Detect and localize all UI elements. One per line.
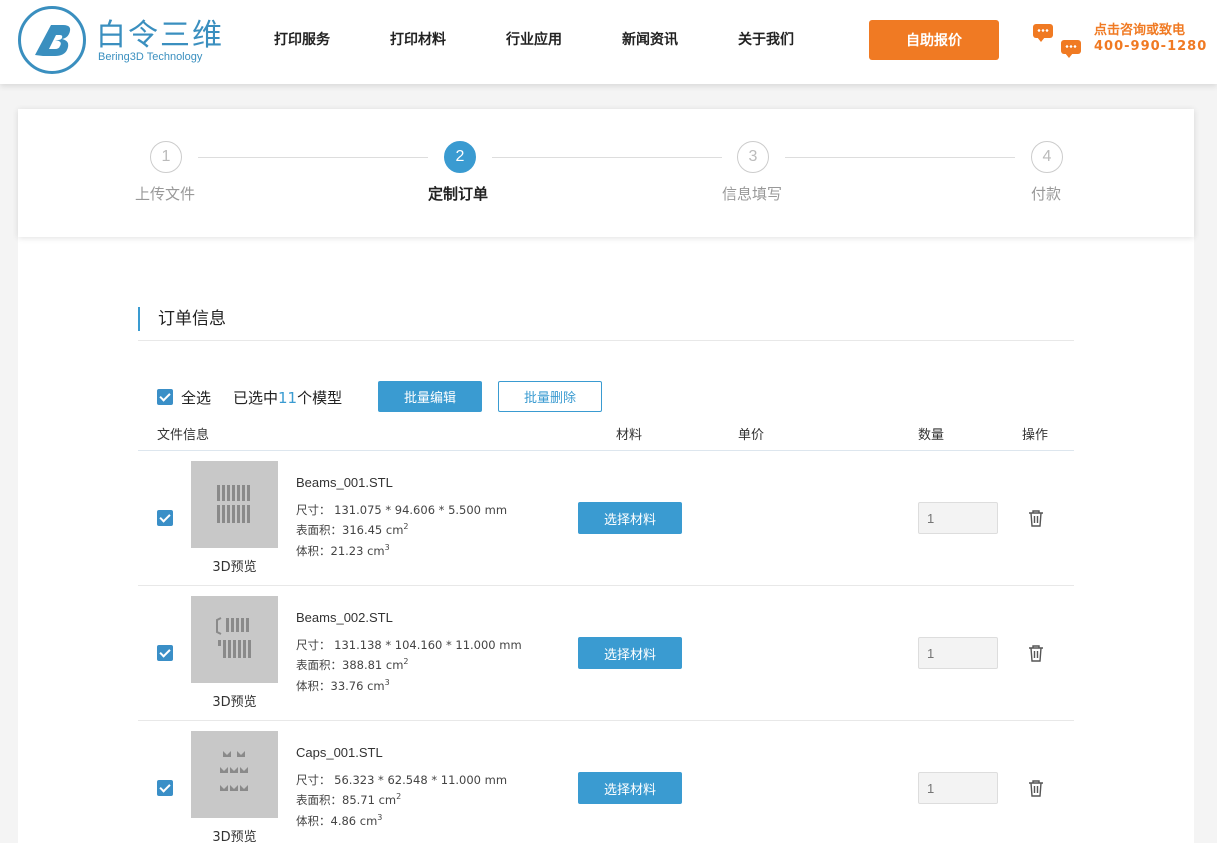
- nav-print-materials[interactable]: 打印材料: [360, 0, 476, 80]
- file-name: Caps_001.STL: [296, 745, 383, 760]
- 3d-preview-link[interactable]: 3D预览: [191, 556, 278, 575]
- select-all-checkbox[interactable]: [157, 389, 173, 405]
- step-2-label: 定制订单: [428, 185, 489, 203]
- logo-mark-icon: [18, 6, 86, 74]
- chat-bubble-icon[interactable]: [1033, 24, 1053, 42]
- brand-name: 白令三维: [96, 18, 224, 53]
- step-connector: [492, 157, 722, 158]
- step-connector: [785, 157, 1015, 158]
- selected-suffix: 个模型: [297, 389, 343, 407]
- order-progress-steps: 1 上传文件 2 定制订单 3 信息填写 4 付款: [18, 109, 1194, 237]
- row-checkbox[interactable]: [157, 510, 173, 526]
- 3d-preview-link[interactable]: 3D预览: [191, 691, 278, 710]
- select-all-label[interactable]: 全选: [181, 387, 211, 408]
- site-header: 白令三维 Bering3D Technology 打印服务 打印材料 行业应用 …: [0, 0, 1217, 84]
- file-name: Beams_001.STL: [296, 475, 393, 490]
- brand-logo[interactable]: 白令三维 Bering3D Technology: [18, 6, 238, 78]
- model-dimensions: 尺寸： 131.138 * 104.160 * 11.000 mm: [296, 638, 522, 652]
- quantity-input[interactable]: [918, 772, 998, 804]
- divider: [138, 340, 1074, 341]
- nav-about-us[interactable]: 关于我们: [708, 0, 824, 80]
- model-dimensions: 尺寸： 56.323 * 62.548 * 11.000 mm: [296, 773, 508, 787]
- column-header-unit-price: 单价: [738, 428, 765, 443]
- model-surface-area: 表面积：388.81 cm2: [296, 657, 409, 672]
- nav-industry-applications[interactable]: 行业应用: [476, 0, 592, 80]
- trash-icon[interactable]: [1028, 779, 1044, 797]
- column-header-actions: 操作: [1022, 428, 1049, 443]
- model-surface-area: 表面积：316.45 cm2: [296, 522, 409, 537]
- contact-prompt[interactable]: 点击咨询或致电: [1094, 19, 1185, 38]
- row-checkbox[interactable]: [157, 780, 173, 796]
- selected-summary: 已选中11个模型: [233, 387, 342, 408]
- model-surface-area: 表面积：85.71 cm2: [296, 792, 402, 807]
- quantity-input[interactable]: [918, 502, 998, 534]
- step-1-indicator: 1: [150, 141, 182, 173]
- nav-news[interactable]: 新闻资讯: [592, 0, 708, 80]
- contact-phone[interactable]: 400-990-1280: [1094, 39, 1207, 54]
- self-service-quote-button[interactable]: 自助报价: [869, 20, 999, 60]
- step-2-indicator: 2: [444, 141, 476, 173]
- model-dimensions: 尺寸： 131.075 * 94.606 * 5.500 mm: [296, 503, 508, 517]
- section-title: 订单信息: [138, 307, 226, 331]
- order-panel: 订单信息 全选 已选中11个模型 批量编辑 批量删除 文件信息 材料 单价 数量…: [18, 237, 1194, 843]
- selected-prefix: 已选中: [233, 389, 279, 407]
- step-connector: [198, 157, 428, 158]
- file-name: Beams_002.STL: [296, 610, 393, 625]
- model-thumbnail[interactable]: [191, 461, 278, 548]
- select-material-button[interactable]: 选择材料: [578, 637, 682, 669]
- model-thumbnail[interactable]: [191, 731, 278, 818]
- column-header-material: 材料: [616, 428, 643, 443]
- model-volume: 体积：4.86 cm3: [296, 813, 383, 828]
- trash-icon[interactable]: [1028, 509, 1044, 527]
- quantity-input[interactable]: [918, 637, 998, 669]
- selected-count: 11: [278, 389, 298, 407]
- main-nav: 打印服务 打印材料 行业应用 新闻资讯 关于我们: [244, 0, 824, 80]
- batch-edit-button[interactable]: 批量编辑: [378, 381, 482, 412]
- model-thumbnail[interactable]: [191, 596, 278, 683]
- trash-icon[interactable]: [1028, 644, 1044, 662]
- step-3-label: 信息填写: [722, 185, 783, 203]
- chat-bubble-icon[interactable]: [1061, 40, 1081, 58]
- select-material-button[interactable]: 选择材料: [578, 772, 682, 804]
- select-material-button[interactable]: 选择材料: [578, 502, 682, 534]
- column-header-file-info: 文件信息: [157, 428, 210, 443]
- 3d-preview-link[interactable]: 3D预览: [191, 826, 278, 843]
- brand-tagline: Bering3D Technology: [98, 51, 203, 63]
- column-header-quantity: 数量: [918, 428, 945, 443]
- step-3-indicator: 3: [737, 141, 769, 173]
- step-1-label: 上传文件: [135, 185, 196, 203]
- table-row: 3D预览 Beams_002.STL 尺寸： 131.138 * 104.160…: [138, 586, 1074, 721]
- nav-print-service[interactable]: 打印服务: [244, 0, 360, 80]
- batch-delete-button[interactable]: 批量删除: [498, 381, 602, 412]
- step-4-label: 付款: [1031, 185, 1062, 203]
- row-checkbox[interactable]: [157, 645, 173, 661]
- model-volume: 体积：21.23 cm3: [296, 543, 390, 558]
- table-row: 3D预览 Beams_001.STL 尺寸： 131.075 * 94.606 …: [138, 451, 1074, 586]
- model-volume: 体积：33.76 cm3: [296, 678, 390, 693]
- step-4-indicator: 4: [1031, 141, 1063, 173]
- table-row: 3D预览 Caps_001.STL 尺寸： 56.323 * 62.548 * …: [138, 721, 1074, 843]
